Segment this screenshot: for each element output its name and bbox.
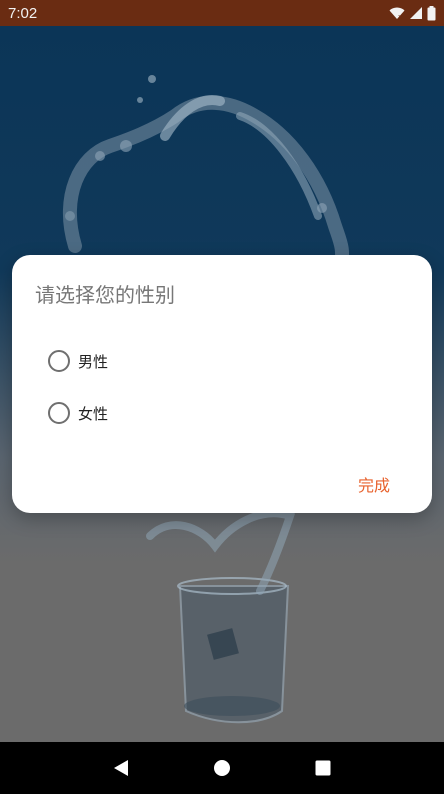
- home-button[interactable]: [212, 758, 232, 778]
- status-bar: 7:02 x: [0, 0, 444, 26]
- gender-dialog: 请选择您的性别 男性 女性 完成: [12, 255, 432, 513]
- battery-icon: [427, 5, 436, 20]
- status-time: 7:02: [8, 4, 38, 22]
- dialog-title: 请选择您的性别: [35, 283, 175, 307]
- option-female[interactable]: 女性: [48, 402, 108, 424]
- done-button[interactable]: 完成: [358, 472, 390, 496]
- option-label: 男性: [78, 352, 109, 371]
- back-icon: [113, 760, 128, 776]
- status-icons: x: [389, 5, 436, 21]
- option-male[interactable]: 男性: [48, 350, 108, 372]
- wifi-icon: x: [389, 7, 405, 20]
- signal-icon: [410, 7, 422, 19]
- recents-button[interactable]: [313, 758, 333, 778]
- radio-button[interactable]: [48, 402, 70, 424]
- recents-icon: [315, 760, 331, 776]
- radio-button[interactable]: [48, 350, 70, 372]
- svg-text:x: x: [398, 13, 402, 20]
- back-button[interactable]: [111, 758, 131, 778]
- home-icon: [213, 760, 230, 776]
- option-label: 女性: [78, 404, 109, 423]
- navigation-bar: [0, 742, 444, 794]
